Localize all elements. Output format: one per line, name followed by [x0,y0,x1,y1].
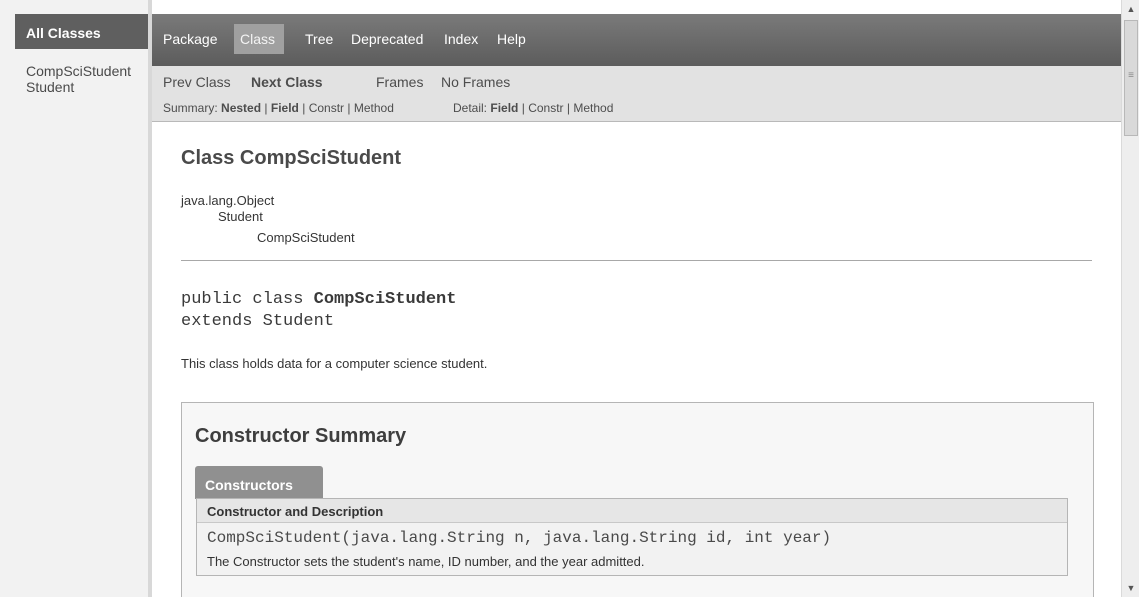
scroll-down-arrow-icon[interactable]: ▼ [1122,579,1139,597]
declaration-modifiers: public class [181,290,314,309]
vertical-scrollbar[interactable]: ▲ ≡ ▼ [1121,0,1139,597]
inheritance-current: CompSciStudent [257,230,355,245]
constructor-signature: CompSciStudent(java.lang.String n, java.… [207,529,831,547]
class-link-compscistudent[interactable]: CompSciStudent [26,63,131,79]
detail-label: Detail: [453,101,488,115]
extends-superclass-link[interactable]: Student [263,312,334,331]
detail-field-link[interactable]: Field [490,101,518,115]
table-row: CompSciStudent(java.lang.String n, java.… [197,523,1067,575]
nav-help[interactable]: Help [497,31,526,47]
summary-method-link[interactable]: Method [354,101,394,115]
constructor-summary-heading: Constructor Summary [195,425,407,447]
constructor-description: The Constructor sets the student's name,… [207,554,645,569]
page-title: Class CompSciStudent [181,147,402,169]
separator: | [264,101,268,115]
all-classes-frame: All Classes CompSciStudent Student [0,0,148,597]
extends-keyword: extends [181,312,263,331]
detail-method-link[interactable]: Method [573,101,613,115]
next-class-link[interactable]: Next Class [251,74,323,90]
frames-link[interactable]: Frames [376,74,423,90]
summary-field-link[interactable]: Field [271,101,299,115]
detail-links: Detail: Field | Constr | Method [453,101,613,115]
nav-tree[interactable]: Tree [305,31,333,47]
separator: | [566,101,570,115]
summary-label: Summary: [163,101,218,115]
grip-icon: ≡ [1128,70,1134,81]
inheritance-parent-link[interactable]: Student [218,209,263,224]
all-classes-header: All Classes [15,14,148,49]
inheritance-root: java.lang.Object [181,193,275,208]
class-link-student[interactable]: Student [26,79,74,95]
separator: | [347,101,351,115]
divider [181,260,1092,261]
constructor-table-header: Constructor and Description [197,499,1067,523]
constructor-table: Constructor and Description CompSciStude… [196,498,1068,576]
no-frames-link[interactable]: No Frames [441,74,510,90]
scroll-up-arrow-icon[interactable]: ▲ [1122,0,1139,18]
summary-links: Summary: Nested | Field | Constr | Metho… [163,101,394,115]
class-detail-frame: Package Class Tree Deprecated Index Help… [152,14,1121,597]
summary-nested-link[interactable]: Nested [221,101,261,115]
top-navbar: Package Class Tree Deprecated Index Help [152,14,1121,66]
constructor-summary-section: Constructor Summary Constructors Constru… [181,402,1094,597]
scrollbar-thumb[interactable]: ≡ [1124,20,1138,136]
class-declaration: public class CompSciStudent [181,290,456,309]
constructor-params: (java.lang.String n, java.lang.String id… [341,529,832,547]
nav-index[interactable]: Index [444,31,478,47]
constructor-link[interactable]: CompSciStudent [207,529,341,547]
sub-navbar: Prev Class Next Class Frames No Frames S… [152,66,1121,122]
separator: | [521,101,525,115]
detail-constr-link[interactable]: Constr [528,101,563,115]
nav-class-active: Class [234,24,284,54]
prev-class-link[interactable]: Prev Class [163,74,231,90]
class-description: This class holds data for a computer sci… [181,356,488,371]
separator: | [302,101,306,115]
class-extends: extends Student [181,312,334,331]
declaration-class-name: CompSciStudent [313,290,457,309]
constructors-tab: Constructors [195,466,323,499]
nav-deprecated[interactable]: Deprecated [351,31,423,47]
nav-package[interactable]: Package [163,31,217,47]
summary-constr-link[interactable]: Constr [309,101,344,115]
